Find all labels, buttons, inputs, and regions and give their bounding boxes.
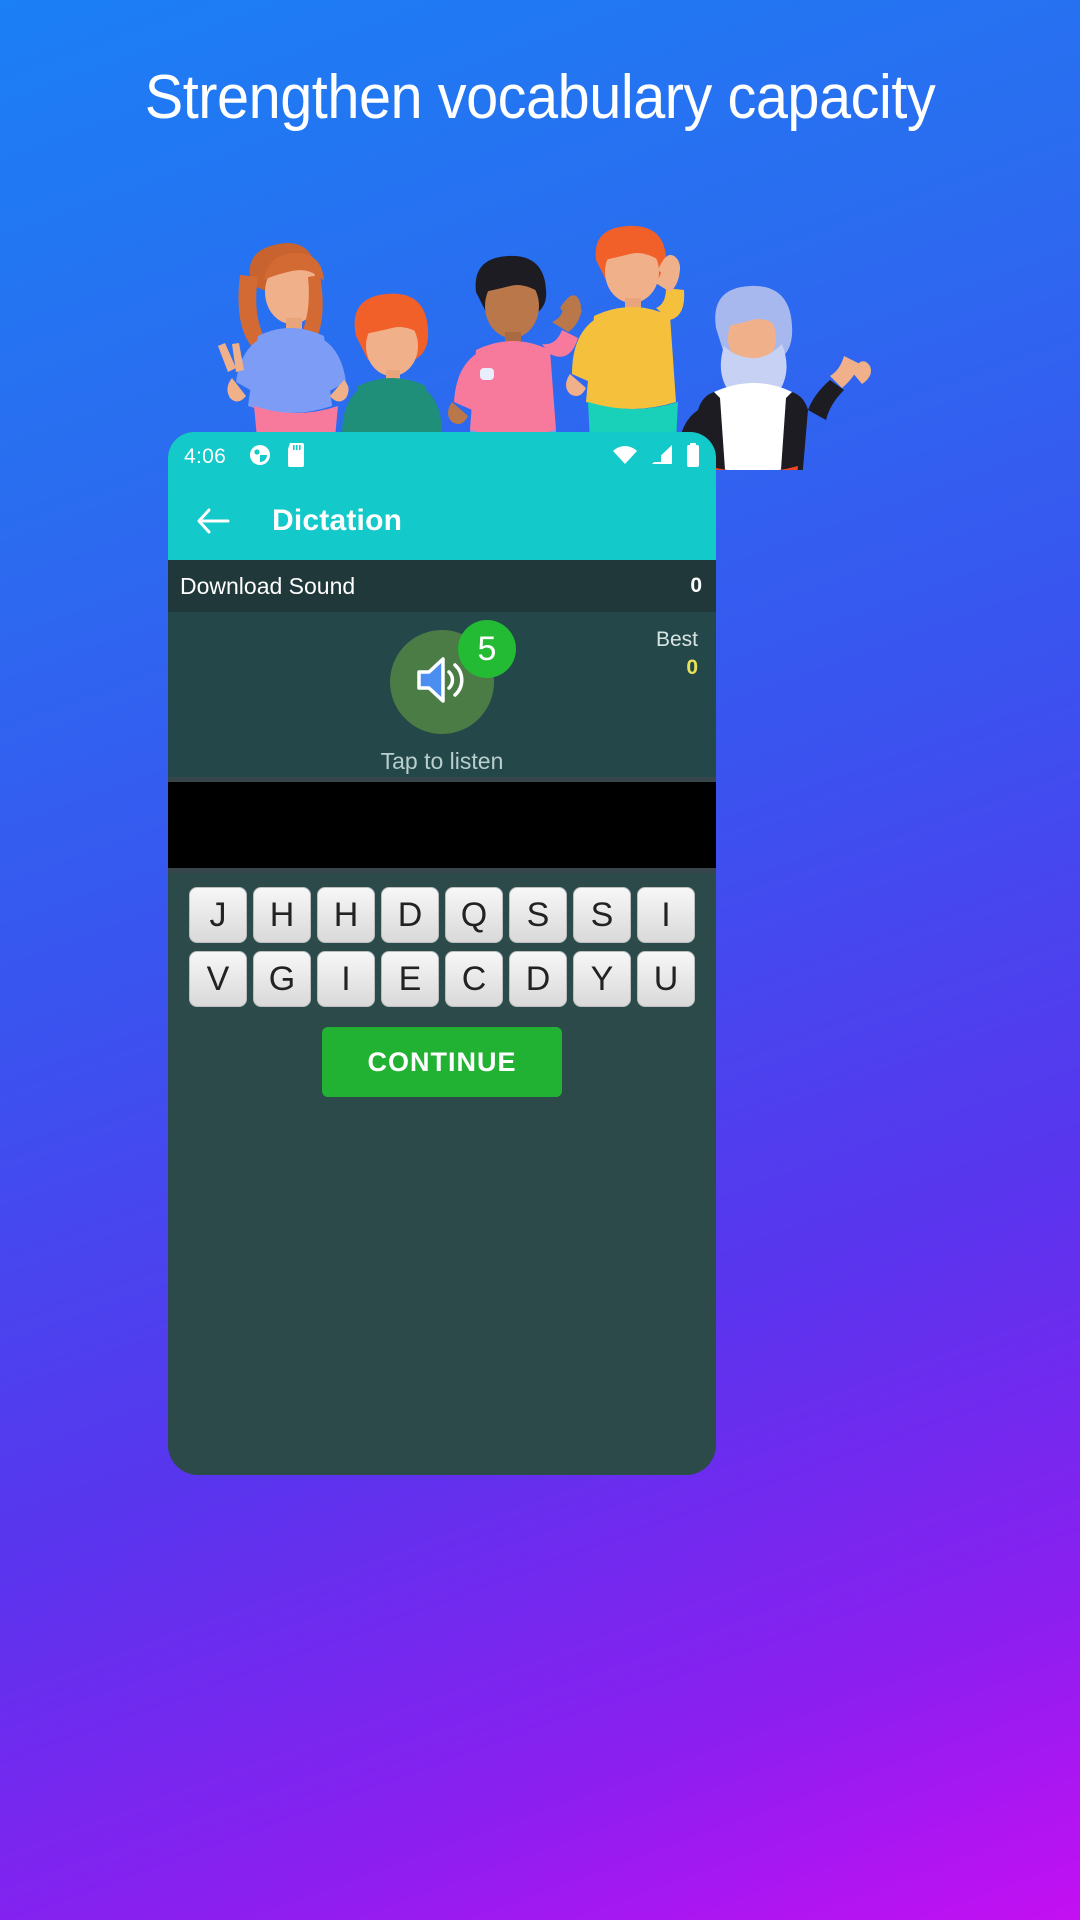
letter-key[interactable]: U (637, 951, 695, 1007)
page-title: Strengthen vocabulary capacity (144, 63, 936, 132)
wifi-icon (612, 444, 638, 471)
signal-icon (650, 444, 674, 471)
phone-mockup: 4:06 Dictation Download Sound 0 Best 0 5… (168, 432, 716, 1475)
letter-keyboard: J H H D Q S S I V G I E C D Y U CONTINUE (168, 873, 716, 1097)
back-arrow-icon[interactable] (192, 500, 234, 542)
battery-icon (686, 442, 700, 472)
letter-key[interactable]: D (381, 887, 439, 943)
letter-key[interactable]: E (381, 951, 439, 1007)
letter-key[interactable]: H (317, 887, 375, 943)
letter-key[interactable]: S (573, 887, 631, 943)
app-notification-icon (248, 443, 272, 472)
status-bar-time: 4:06 (184, 445, 227, 468)
continue-button[interactable]: CONTINUE (322, 1027, 562, 1097)
sd-card-icon (286, 442, 306, 472)
tap-to-listen-label: Tap to listen (380, 748, 504, 774)
status-bar-right-icons (612, 442, 700, 472)
attempts-badge: 5 (458, 620, 516, 678)
continue-button-row: CONTINUE (168, 1027, 716, 1097)
letter-key[interactable]: Q (445, 887, 503, 943)
status-bar: 4:06 (168, 432, 716, 482)
letter-key[interactable]: I (637, 887, 695, 943)
download-sound-count: 0 (690, 574, 702, 597)
letter-key[interactable]: Y (573, 951, 631, 1007)
people-illustration (0, 140, 1080, 470)
sound-card: Best 0 5 Tap to listen (168, 612, 716, 777)
key-row-1: J H H D Q S S I (168, 887, 716, 943)
speaker-button[interactable]: 5 (390, 620, 516, 734)
speaker-area: 5 Tap to listen (168, 620, 716, 775)
ad-banner[interactable] (168, 782, 716, 868)
download-sound-label: Download Sound (180, 572, 356, 599)
letter-key[interactable]: V (189, 951, 247, 1007)
status-bar-left-icons (248, 442, 306, 472)
letter-key[interactable]: H (253, 887, 311, 943)
letter-key[interactable]: D (509, 951, 567, 1007)
letter-key[interactable]: C (445, 951, 503, 1007)
letter-key[interactable]: G (253, 951, 311, 1007)
app-bar: Dictation (168, 482, 716, 560)
letter-key[interactable]: J (189, 887, 247, 943)
letter-key[interactable]: S (509, 887, 567, 943)
app-bar-title: Dictation (272, 504, 403, 537)
key-row-2: V G I E C D Y U (168, 951, 716, 1007)
download-sound-bar[interactable]: Download Sound 0 (168, 560, 716, 612)
letter-key[interactable]: I (317, 951, 375, 1007)
